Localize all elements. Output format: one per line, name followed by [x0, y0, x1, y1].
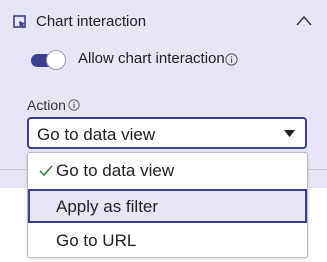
chevron-up-icon[interactable]: [296, 15, 312, 27]
allow-chart-interaction-toggle[interactable]: [31, 51, 67, 69]
toggle-knob: [47, 51, 65, 69]
menu-item-apply-as-filter[interactable]: Apply as filter: [28, 189, 307, 223]
info-icon[interactable]: [68, 99, 80, 111]
menu-item-go-to-data-view[interactable]: Go to data view: [28, 153, 307, 187]
menu-item-label: Go to data view: [56, 161, 175, 180]
check-icon: [39, 165, 53, 176]
chart-cursor-icon: [13, 15, 26, 29]
menu-item-go-to-url[interactable]: Go to URL: [28, 223, 307, 257]
menu-item-label: Go to URL: [56, 231, 137, 250]
menu-item-label: Apply as filter: [56, 197, 159, 216]
toggle-label: Allow chart interaction: [78, 50, 225, 67]
action-select-value: Go to data view: [37, 125, 156, 144]
info-icon[interactable]: [225, 53, 238, 66]
action-label: Action: [27, 97, 66, 113]
caret-down-icon: [284, 130, 295, 137]
action-dropdown-menu: Go to data view Apply as filter Go to UR…: [27, 152, 308, 258]
section-title: Chart interaction: [36, 13, 147, 30]
action-select[interactable]: Go to data view: [27, 117, 307, 149]
